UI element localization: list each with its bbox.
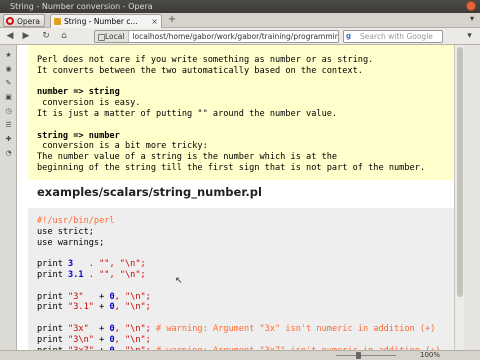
info-icon[interactable]: ◔ — [4, 149, 13, 158]
code-string: . "", "\n"; — [83, 269, 146, 280]
code-listing: #!/usr/bin/perl use strict; use warnings; p… — [28, 208, 454, 350]
code-string: "3.1" — [68, 302, 94, 313]
vertical-scrollbar[interactable] — [454, 45, 464, 350]
right-panel-strip — [464, 45, 480, 350]
forward-icon[interactable]: ▶ — [20, 30, 32, 43]
code-string: , "\n"; — [114, 323, 151, 334]
code-line: use warnings; — [37, 238, 454, 249]
notes-line: It is just a matter of putting "" around… — [37, 108, 338, 119]
zoom-slider[interactable] — [330, 352, 410, 359]
code-string: "3\n" — [68, 334, 94, 345]
notes-icon[interactable]: ✎ — [4, 79, 13, 88]
back-icon[interactable]: ◀ — [4, 30, 16, 43]
scrollbar-thumb[interactable] — [457, 47, 463, 297]
url-text: localhost/home/gabor/work/gabor/training… — [132, 32, 339, 41]
zoom-track — [336, 355, 396, 356]
menu-icon[interactable]: ▾ — [464, 31, 475, 42]
code-number: 3.1 — [68, 269, 84, 280]
code-keyword: print — [37, 259, 69, 270]
widgets-icon[interactable]: ◉ — [4, 65, 13, 74]
code-operator: + — [93, 334, 110, 345]
notes-heading: string => number — [37, 130, 120, 141]
tab-close-icon[interactable]: × — [151, 15, 158, 28]
history-icon[interactable]: ◷ — [4, 107, 13, 116]
code-keyword: print — [37, 323, 69, 334]
panel-sidebar: ★ ◉ ✎ ▣ ◷ ☰ ✚ ◔ — [0, 45, 17, 350]
code-line: use strict; — [37, 227, 454, 238]
code-line: #!/usr/bin/perl — [37, 216, 454, 227]
code-operator: + — [88, 323, 110, 334]
code-string: "3" — [68, 291, 84, 302]
content-margin — [17, 45, 28, 350]
code-string: , "\n"; — [114, 291, 151, 302]
code-keyword: print — [37, 291, 69, 302]
notes-line: The number value of a string is the numb… — [37, 152, 338, 163]
new-tab-button[interactable]: + — [166, 15, 178, 26]
code-operator: + — [83, 291, 110, 302]
opera-menu-label: Opera — [17, 17, 40, 26]
window-titlebar: String - Number conversion - Opera — [0, 0, 480, 13]
code-line: print "3.1" + 0, "\n"; — [37, 302, 454, 313]
code-operator: + — [93, 302, 110, 313]
search-field[interactable]: g Search with Google — [343, 30, 443, 43]
favicon-icon — [54, 18, 61, 25]
mouse-cursor-icon: ↖ — [175, 276, 183, 286]
address-field[interactable]: Local localhost/home/gabor/work/gabor/tra… — [94, 30, 339, 43]
page-content: Perl does not care if you write somethin… — [28, 45, 454, 350]
code-string: . "", "\n"; — [73, 259, 146, 270]
code-keyword: use strict; — [37, 226, 94, 237]
code-keyword: print — [37, 302, 69, 313]
google-search-icon: g — [346, 32, 352, 40]
home-icon[interactable]: ⌂ — [58, 30, 70, 43]
code-keyword: print — [37, 269, 69, 280]
explanation-box: Perl does not care if you write somethin… — [28, 45, 454, 180]
code-line: print 3 . "", "\n"; — [37, 259, 454, 270]
settings-icon[interactable]: ✚ — [4, 135, 13, 144]
code-line: print "3" + 0, "\n"; — [37, 292, 454, 303]
notes-heading: number => string — [37, 87, 120, 98]
opera-logo-icon — [6, 17, 14, 25]
tab-label: String - Number c... — [64, 17, 138, 26]
zoom-knob[interactable] — [356, 352, 361, 359]
code-comment: #!/usr/bin/perl — [37, 216, 115, 226]
notes-line: It converts between the two automaticall… — [37, 65, 363, 76]
code-string: "3x" — [68, 323, 89, 334]
notes-line: Perl does not care if you write somethin… — [37, 55, 374, 65]
code-keyword: print — [37, 334, 69, 345]
notes-line: beginning of the string till the first s… — [37, 162, 426, 173]
location-badge: Local — [95, 31, 130, 42]
status-bar: 100% — [0, 350, 480, 360]
search-placeholder: Search with Google — [360, 32, 433, 41]
zoom-level: 100% — [419, 351, 440, 359]
code-line: print "3x" + 0, "\n"; # warning: Argumen… — [37, 324, 454, 335]
example-filename: examples/scalars/string_number.pl — [37, 185, 262, 199]
code-line: print 3.1 . "", "\n"; — [37, 270, 454, 281]
tab-string-number-conversion[interactable]: String - Number c... × — [50, 14, 162, 28]
window-close-button[interactable] — [466, 1, 476, 11]
reload-icon[interactable]: ↻ — [40, 30, 52, 43]
code-keyword: use warnings; — [37, 237, 105, 248]
bookmarks-icon[interactable]: ★ — [4, 51, 13, 60]
code-string: , "\n"; — [114, 334, 151, 345]
notes-line: conversion is a bit more tricky: — [37, 141, 208, 152]
code-string: , "\n"; — [114, 302, 151, 313]
opera-menu-button[interactable]: Opera — [3, 14, 45, 27]
tab-bar: Opera String - Number c... × + ▾ — [0, 13, 480, 28]
tab-menu-icon[interactable]: ▾ — [470, 14, 474, 23]
notes-line: conversion is easy. — [37, 98, 141, 109]
links-icon[interactable]: ☰ — [4, 121, 13, 130]
code-comment: # warning: Argument "3x" isn't numeric i… — [150, 323, 436, 334]
navigation-toolbar: ◀ ▶ ↻ ⌂ Local localhost/home/gabor/work/g… — [0, 28, 480, 45]
downloads-icon[interactable]: ▣ — [4, 93, 13, 102]
window-title: String - Number conversion - Opera — [10, 2, 153, 11]
code-line: print "3\n" + 0, "\n"; — [37, 335, 454, 346]
